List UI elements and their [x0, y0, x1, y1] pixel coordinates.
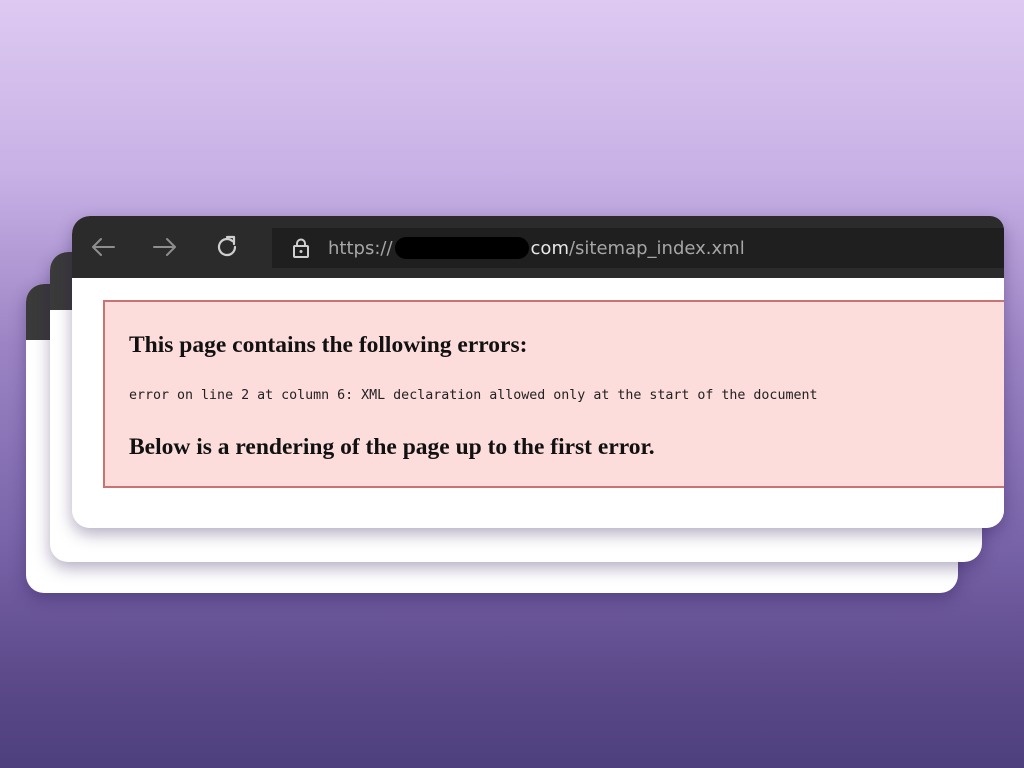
- forward-button[interactable]: [134, 216, 196, 278]
- back-arrow-icon: [90, 236, 116, 258]
- back-button[interactable]: [72, 216, 134, 278]
- page-content: This page contains the following errors:…: [72, 278, 1004, 528]
- error-detail: error on line 2 at column 6: XML declara…: [129, 388, 818, 403]
- browser-toolbar: https:// com /sitemap_index.xml: [72, 216, 1004, 278]
- lock-icon[interactable]: [292, 238, 310, 258]
- browser-window: https:// com /sitemap_index.xml This pag…: [72, 216, 1004, 528]
- url-scheme: https://: [328, 237, 393, 259]
- url-redaction: [394, 237, 529, 259]
- forward-arrow-icon: [152, 236, 178, 258]
- xml-error-box: This page contains the following errors:…: [103, 300, 1004, 488]
- refresh-icon: [214, 234, 240, 260]
- error-footer: Below is a rendering of the page up to t…: [129, 434, 655, 460]
- address-bar[interactable]: https:// com /sitemap_index.xml: [272, 228, 1004, 268]
- refresh-button[interactable]: [196, 216, 258, 278]
- url-domain: com: [530, 237, 569, 259]
- error-heading: This page contains the following errors:: [129, 332, 528, 358]
- url-path: /sitemap_index.xml: [568, 237, 745, 259]
